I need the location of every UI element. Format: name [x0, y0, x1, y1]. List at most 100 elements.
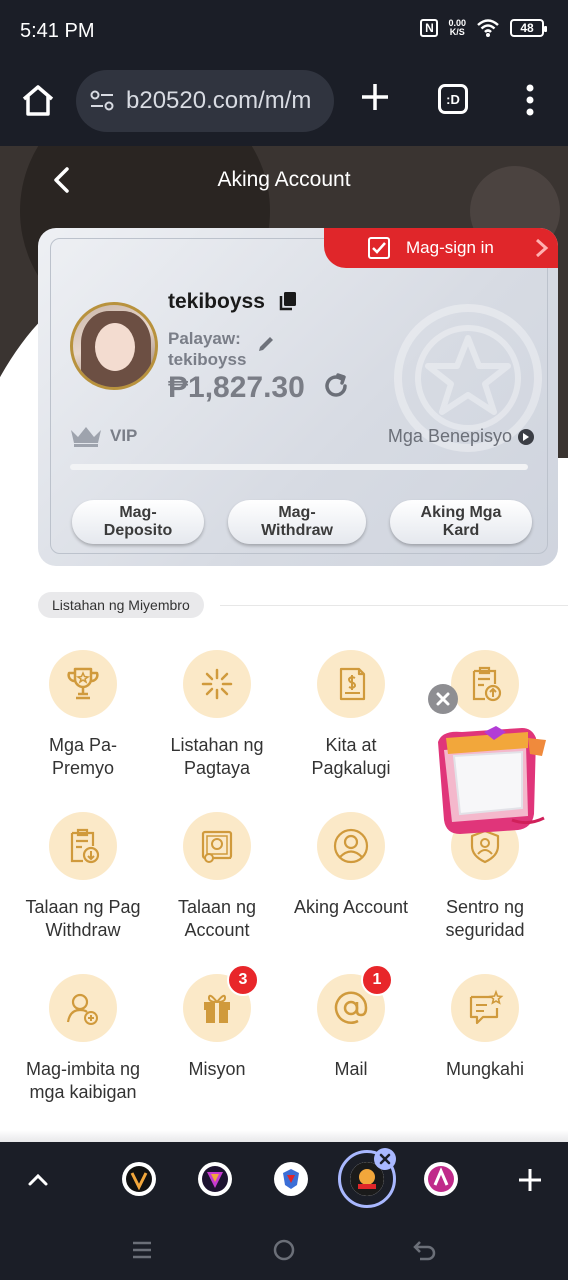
benefits-label: Mga Benepisyo	[387, 426, 512, 446]
invite-friend-icon	[49, 974, 117, 1042]
notification-badge: 3	[227, 964, 259, 996]
battery-icon: 48	[510, 19, 547, 37]
at-mail-icon: 1	[317, 964, 393, 1042]
menu-item-label: Listahan ng Pagtaya	[170, 735, 264, 778]
menu-item-label: Kita at Pagkalugi	[311, 735, 391, 778]
nickname-label: Palayaw:	[168, 329, 241, 348]
section-divider	[220, 605, 568, 606]
chevron-up-icon[interactable]	[26, 1168, 50, 1192]
browser-tab-strip	[0, 1142, 568, 1218]
status-icons: N 0.00 K/S 48	[420, 18, 547, 38]
avatar[interactable]	[70, 302, 158, 390]
nfc-icon: N	[420, 19, 439, 37]
benefits-link[interactable]: Mga Benepisyo	[388, 426, 534, 447]
menu-item-feedback[interactable]: Mungkahi	[418, 974, 552, 1081]
home-icon[interactable]	[20, 82, 56, 118]
menu-item-account-record[interactable]: Talaan ng Account	[150, 812, 284, 942]
username: tekiboyss	[168, 290, 265, 313]
checkin-icon	[368, 237, 390, 259]
menu-item-label: Mag-imbita ng mga kaibigan	[25, 1059, 141, 1102]
status-bar: 5:41 PM N 0.00 K/S 48	[0, 0, 568, 62]
sign-in-button[interactable]: Mag-sign in	[324, 228, 558, 268]
menu-item-label: Mungkahi	[445, 1059, 525, 1079]
tab-switcher-button[interactable]: :D	[438, 84, 468, 114]
close-icon	[379, 1153, 391, 1165]
crown-icon	[71, 427, 101, 447]
menu-item-mission[interactable]: 3 Misyon	[150, 964, 284, 1081]
back-nav-icon[interactable]	[412, 1238, 438, 1262]
vip-level: VIP	[68, 424, 137, 448]
nickname: Palayaw: tekiboyss	[168, 328, 246, 370]
battery-level: 48	[520, 21, 534, 35]
refresh-icon[interactable]	[322, 372, 350, 400]
site-logo-icon	[126, 1166, 152, 1192]
menu-item-profit-loss[interactable]: Kita at Pagkalugi	[284, 650, 418, 780]
menu-item-label: Mga Pa- Premyo	[48, 735, 118, 778]
menu-item-invite-friends[interactable]: Mag-imbita ng mga kaibigan	[16, 974, 150, 1104]
feedback-icon	[451, 974, 519, 1042]
edit-pencil-icon[interactable]	[256, 334, 276, 354]
menu-item-withdraw-record[interactable]: Talaan ng Pag Withdraw	[16, 812, 150, 942]
site-logo-icon	[202, 1166, 228, 1192]
account-record-icon	[183, 812, 251, 880]
home-nav-icon[interactable]	[272, 1238, 296, 1262]
deposit-button[interactable]: Mag- Deposito	[72, 500, 204, 544]
tab-thumbnail[interactable]	[198, 1162, 232, 1196]
close-icon	[436, 692, 450, 706]
menu-item-label: Talaan ng Account	[177, 897, 257, 940]
add-tab-icon[interactable]	[516, 1166, 544, 1194]
wifi-icon	[477, 19, 499, 37]
gift-icon: 3	[183, 964, 259, 1042]
user-icon	[317, 812, 385, 880]
menu-item-label: Talaan ng Pag Withdraw	[25, 897, 141, 940]
address-bar[interactable]: b20520.com/m/m	[76, 70, 334, 132]
profit-loss-icon	[317, 650, 385, 718]
my-cards-button[interactable]: Aking Mga Kard	[390, 500, 532, 544]
avatar-face	[95, 323, 135, 371]
nickname-value: tekiboyss	[168, 350, 247, 369]
menu-item-rewards[interactable]: Mga Pa- Premyo	[16, 650, 150, 780]
menu-item-label: Mail	[334, 1059, 368, 1079]
site-logo-icon	[283, 1169, 299, 1189]
network-speed: 0.00 K/S	[448, 19, 466, 37]
withdraw-button[interactable]: Mag- Withdraw	[228, 500, 366, 544]
page-title: Aking Account	[217, 168, 351, 191]
menu-item-my-account[interactable]: Aking Account	[284, 812, 418, 919]
section-title: Listahan ng Miyembro	[38, 592, 204, 618]
new-tab-icon[interactable]	[358, 80, 392, 114]
close-promo-button[interactable]	[428, 684, 458, 714]
system-nav-bar	[0, 1218, 568, 1280]
menu-item-betting-list[interactable]: Listahan ng Pagtaya	[150, 650, 284, 780]
copy-icon[interactable]	[278, 291, 298, 311]
network-speed-unit: K/S	[449, 27, 465, 37]
tab-thumbnail[interactable]	[274, 1162, 308, 1196]
menu-item-label: Misyon	[188, 1059, 246, 1079]
chevron-right-icon	[536, 238, 549, 258]
account-card: Mag-sign in tekiboyss Palayaw: tekiboyss…	[38, 228, 558, 566]
menu-item-mail[interactable]: 1 Mail	[284, 964, 418, 1081]
close-tab-button[interactable]	[374, 1148, 396, 1170]
vip-label: VIP	[110, 426, 138, 445]
withdraw-record-icon	[49, 812, 117, 880]
notification-badge: 1	[361, 964, 393, 996]
sign-in-label: Mag-sign in	[406, 238, 494, 257]
browser-toolbar: b20520.com/m/m :D	[0, 62, 568, 146]
balance-amount: ₱1,827.30	[168, 371, 305, 404]
tab-thumbnail[interactable]	[122, 1162, 156, 1196]
page-bottom-fade	[0, 1130, 568, 1142]
tab-thumbnail[interactable]	[424, 1162, 458, 1196]
status-time: 5:41 PM	[20, 20, 95, 42]
betting-list-icon	[183, 650, 251, 718]
trophy-icon	[49, 650, 117, 718]
menu-item-label: Aking Account	[293, 897, 409, 917]
deposit-record-icon	[451, 650, 519, 718]
site-logo-icon	[428, 1166, 454, 1192]
promo-gift-box-icon[interactable]	[432, 724, 550, 836]
more-menu-icon[interactable]	[522, 84, 538, 116]
chevron-right-icon	[518, 428, 534, 445]
url-text[interactable]: b20520.com/m/m	[126, 87, 322, 115]
recent-apps-icon[interactable]	[130, 1238, 154, 1262]
menu-item-label: Sentro ng seguridad	[445, 897, 525, 940]
site-settings-icon[interactable]	[90, 90, 114, 112]
vip-progress-bar	[70, 464, 528, 470]
